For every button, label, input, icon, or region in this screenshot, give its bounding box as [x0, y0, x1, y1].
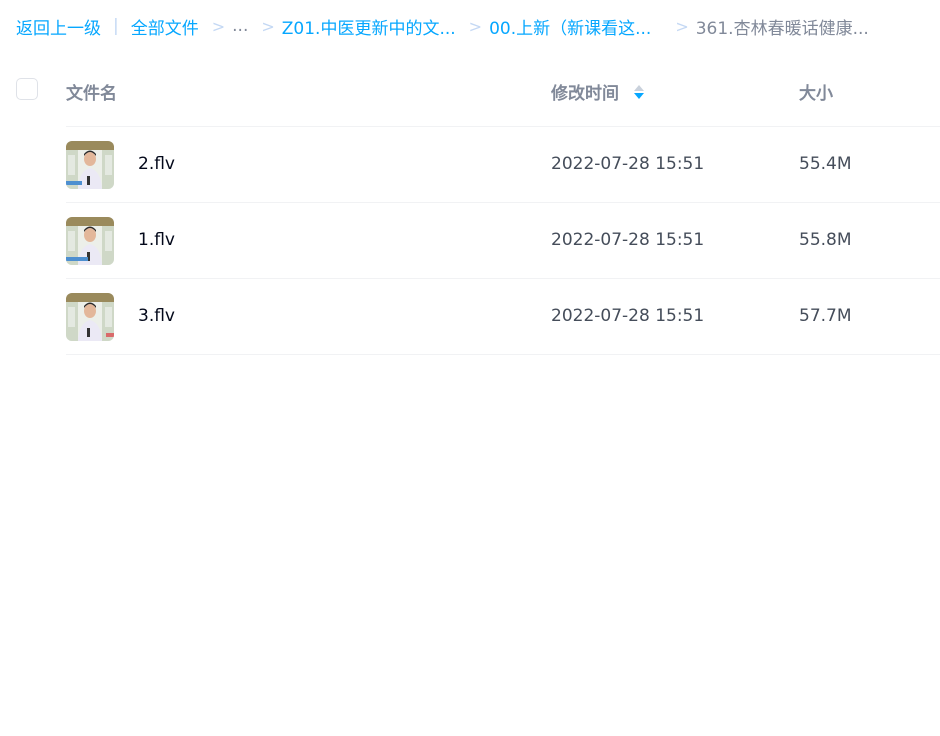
column-header-name[interactable]: 文件名	[66, 79, 117, 104]
file-name[interactable]: 1.flv	[138, 230, 175, 250]
breadcrumb-all-files[interactable]: 全部文件	[131, 14, 199, 39]
file-row[interactable]: 1.flv 2022-07-28 15:51 55.8M	[0, 203, 940, 279]
breadcrumb-separator-icon: >	[675, 16, 689, 36]
row-divider	[66, 354, 940, 355]
file-list: 2.flv 2022-07-28 15:51 55.4M 1.flv 2022-…	[0, 127, 940, 355]
file-name[interactable]: 3.flv	[138, 306, 175, 326]
breadcrumb-current-folder: 361.杏林春暖话健康...	[695, 18, 869, 39]
column-header-size[interactable]: 大小	[799, 79, 833, 104]
video-thumbnail-icon	[66, 141, 114, 189]
breadcrumb-separator-icon: >	[468, 16, 483, 36]
video-thumbnail-icon	[66, 293, 114, 341]
breadcrumb-separator-icon: >	[211, 16, 226, 36]
file-modified-time: 2022-07-28 15:51	[551, 230, 705, 250]
file-size: 55.8M	[799, 230, 852, 250]
file-size: 57.7M	[799, 306, 852, 326]
column-header-modified[interactable]: 修改时间	[551, 79, 644, 104]
file-modified-time: 2022-07-28 15:51	[551, 306, 705, 326]
breadcrumb-ellipsis[interactable]: ...	[232, 16, 248, 36]
select-all-checkbox[interactable]	[16, 78, 38, 100]
breadcrumb-folder-z01[interactable]: Z01.中医更新中的文...	[282, 14, 456, 39]
file-row[interactable]: 2.flv 2022-07-28 15:51 55.4M	[0, 127, 940, 203]
file-row[interactable]: 3.flv 2022-07-28 15:51 57.7M	[0, 279, 940, 355]
video-thumbnail-icon	[66, 217, 114, 265]
breadcrumb-folder-00[interactable]: 00.上新（新课看这...	[489, 14, 651, 39]
breadcrumb-separator-icon: >	[261, 16, 275, 36]
back-link[interactable]: 返回上一级	[16, 14, 101, 39]
breadcrumb-divider: |	[113, 16, 119, 36]
file-size: 55.4M	[799, 154, 852, 174]
sort-down-arrow-icon	[634, 92, 644, 99]
file-name[interactable]: 2.flv	[138, 154, 175, 174]
sort-icon[interactable]	[634, 84, 644, 99]
file-list-header: 文件名 修改时间 大小	[0, 68, 940, 112]
sort-up-arrow-icon	[634, 84, 644, 91]
breadcrumb: 返回上一级 | 全部文件 > ... > Z01.中医更新中的文... > 00…	[16, 14, 869, 39]
file-modified-time: 2022-07-28 15:51	[551, 154, 705, 174]
column-header-modified-label: 修改时间	[551, 84, 619, 104]
